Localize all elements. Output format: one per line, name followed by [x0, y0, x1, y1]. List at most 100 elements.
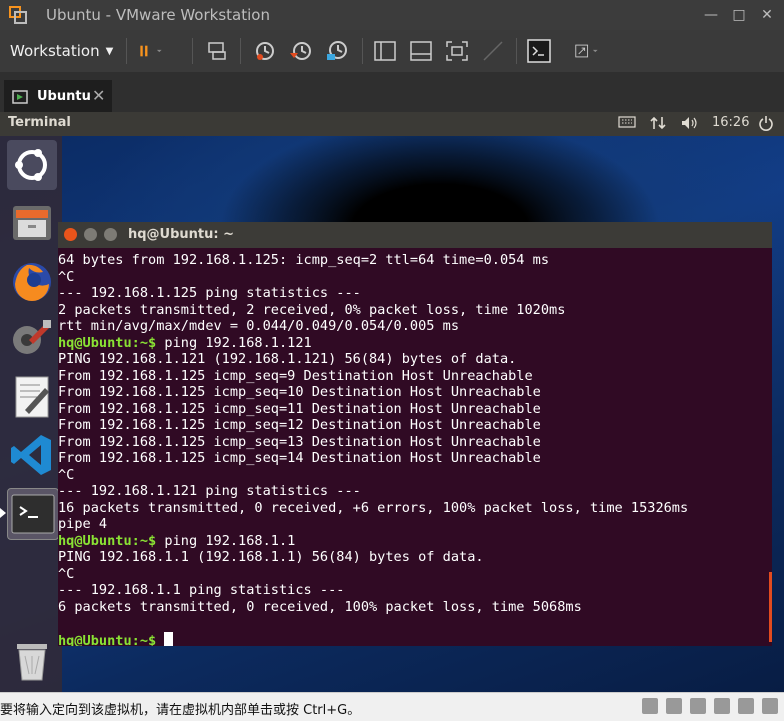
console-icon: [527, 39, 551, 63]
network-icon[interactable]: [650, 115, 666, 135]
keyboard-icon[interactable]: [618, 115, 636, 133]
send-keys-icon: [208, 42, 226, 60]
launcher-vscode-button[interactable]: [7, 430, 57, 480]
terminal-output[interactable]: 64 bytes from 192.168.1.125: icmp_seq=2 …: [58, 252, 764, 646]
terminal-line-text: 16 packets transmitted, 0 received, +6 e…: [58, 499, 689, 516]
unity-icon: [483, 41, 503, 61]
firefox-icon: [13, 263, 51, 301]
snapshot-icon: [256, 42, 274, 60]
launcher-terminal-button[interactable]: [7, 488, 59, 540]
terminal-line: From 192.168.1.125 icmp_seq=14 Destinati…: [58, 450, 764, 467]
tab-ubuntu[interactable]: Ubuntu ✕: [4, 80, 112, 112]
terminal-line-text: --- 192.168.1.1 ping statistics ---: [58, 582, 345, 598]
power-icon[interactable]: [758, 115, 774, 135]
window-title: Ubuntu - VMware Workstation: [46, 6, 270, 24]
stretch-guest-button[interactable]: [574, 39, 618, 63]
terminal-line: rtt min/avg/max/mdev = 0.044/0.049/0.054…: [58, 318, 764, 335]
terminal-line: 2 packets transmitted, 2 received, 0% pa…: [58, 302, 764, 319]
show-library-button[interactable]: [372, 39, 398, 63]
launcher-trash-button[interactable]: [7, 636, 57, 686]
sound-icon[interactable]: [737, 698, 754, 714]
snapshot-manager-button[interactable]: [324, 39, 350, 63]
terminal-line: --- 192.168.1.1 ping statistics ---: [58, 582, 764, 599]
terminal-line: PING 192.168.1.1 (192.168.1.1) 56(84) by…: [58, 549, 764, 566]
minimize-button[interactable]: —: [700, 4, 722, 26]
ubuntu-launcher: [0, 136, 62, 692]
revert-snapshot-button[interactable]: [288, 39, 314, 63]
launcher-settings-button[interactable]: [7, 314, 57, 364]
network-adapter-icon[interactable]: [689, 698, 706, 714]
terminal-scrollbar[interactable]: [769, 572, 772, 642]
terminal-line: From 192.168.1.125 icmp_seq=13 Destinati…: [58, 434, 764, 451]
revert-icon: [290, 42, 311, 60]
launcher-firefox-button[interactable]: [7, 256, 57, 306]
terminal-line-text: PING 192.168.1.121 (192.168.1.121) 56(84…: [58, 351, 517, 367]
terminal-line: ^C: [58, 566, 764, 583]
terminal-line-text: --- 192.168.1.121 ping statistics ---: [58, 483, 361, 499]
thumbnail-bar-button[interactable]: [408, 39, 434, 63]
terminal-line-text: pipe 4: [58, 516, 108, 532]
terminal-line: hq@Ubuntu:~$ ping 192.168.1.121: [58, 335, 764, 352]
chevron-down-icon: ▼: [105, 45, 114, 57]
terminal-line-text: [156, 633, 164, 647]
launcher-text-editor-button[interactable]: [7, 372, 57, 422]
display-icon[interactable]: [762, 698, 778, 714]
full-screen-button[interactable]: [444, 39, 470, 63]
minimize-icon[interactable]: [84, 228, 97, 241]
terminal-line: From 192.168.1.125 icmp_seq=9 Destinatio…: [58, 368, 764, 385]
launcher-dash-button[interactable]: [7, 140, 57, 190]
toolbar-divider: [362, 38, 363, 64]
ubuntu-top-panel: Terminal 16:26: [0, 112, 784, 136]
close-icon[interactable]: [64, 228, 77, 241]
thumbnail-bar-icon: [410, 41, 432, 61]
send-ctrl-alt-del-button[interactable]: [204, 39, 230, 63]
terminal-line-text: 2 packets transmitted, 2 received, 0% pa…: [58, 301, 566, 318]
workstation-menu[interactable]: Workstation ▼: [4, 38, 119, 64]
terminal-line-text: From 192.168.1.125 icmp_seq=14 Destinati…: [58, 450, 541, 466]
terminal-window[interactable]: hq@Ubuntu: ~ 64 bytes from 192.168.1.125…: [58, 222, 772, 646]
usb-icon[interactable]: [713, 698, 730, 714]
console-view-button[interactable]: [526, 39, 552, 63]
terminal-line: PING 192.168.1.121 (192.168.1.121) 56(84…: [58, 351, 764, 368]
clock[interactable]: 16:26: [712, 115, 749, 130]
cd-rom-icon[interactable]: [665, 698, 682, 714]
text-editor-icon: [15, 376, 49, 418]
snapshot-manager-icon: [327, 41, 347, 60]
terminal-line: --- 192.168.1.121 ping statistics ---: [58, 483, 764, 500]
pause-button[interactable]: [138, 39, 182, 63]
tab-label: Ubuntu: [37, 89, 91, 104]
close-window-button[interactable]: ✕: [756, 4, 778, 26]
system-settings-icon: [13, 320, 51, 354]
text-cursor: [164, 631, 174, 646]
ubuntu-dash-icon: [15, 149, 47, 181]
vm-icon: [12, 89, 30, 105]
unity-mode-button[interactable]: [480, 39, 506, 63]
terminal-line: ^C: [58, 269, 764, 286]
toolbar-divider: [192, 38, 193, 64]
terminal-line-text: ^C: [58, 268, 75, 285]
shell-prompt: hq@Ubuntu:~$: [58, 632, 157, 647]
terminal-line: ^C: [58, 467, 764, 484]
terminal-line: From 192.168.1.125 icmp_seq=11 Destinati…: [58, 401, 764, 418]
terminal-titlebar[interactable]: hq@Ubuntu: ~: [58, 222, 772, 248]
close-tab-icon[interactable]: ✕: [92, 86, 105, 105]
terminal-line-text: 6 packets transmitted, 0 received, 100% …: [58, 598, 582, 615]
terminal-line-text: ping 192.168.1.1: [156, 532, 296, 549]
terminal-line: hq@Ubuntu:~$ ping 192.168.1.1: [58, 533, 764, 550]
take-snapshot-button[interactable]: [252, 39, 278, 63]
terminal-line: --- 192.168.1.125 ping statistics ---: [58, 285, 764, 302]
vm-tab-bar: Ubuntu ✕: [0, 72, 784, 112]
terminal-line: 16 packets transmitted, 0 received, +6 e…: [58, 500, 764, 517]
device-status-icons: [639, 698, 778, 716]
maximize-icon[interactable]: [104, 228, 117, 241]
terminal-line-text: --- 192.168.1.125 ping statistics ---: [58, 285, 361, 301]
maximize-button[interactable]: □: [728, 4, 750, 26]
launcher-files-button[interactable]: [7, 198, 57, 248]
volume-icon[interactable]: [680, 115, 700, 135]
shell-prompt: hq@Ubuntu:~$: [58, 532, 157, 549]
hard-disk-icon[interactable]: [641, 698, 658, 714]
terminal-line-text: From 192.168.1.125 icmp_seq=10 Destinati…: [58, 384, 541, 400]
terminal-line-text: ^C: [58, 565, 75, 582]
vmware-toolbar: Workstation ▼: [0, 30, 784, 72]
